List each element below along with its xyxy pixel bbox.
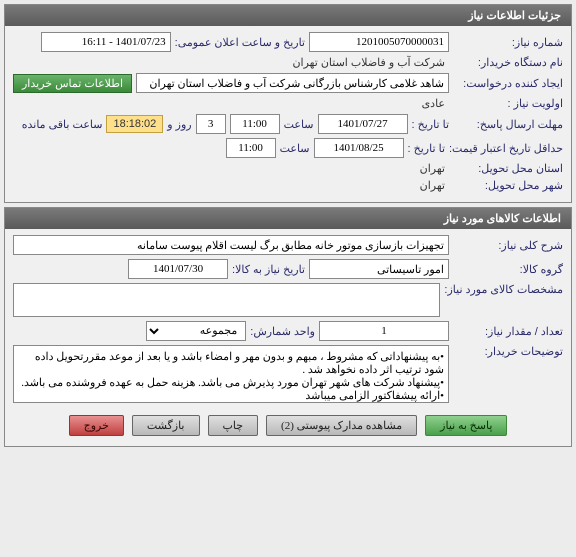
label-qty: تعداد / مقدار نیاز: — [453, 325, 563, 338]
label-days-and: روز و — [167, 118, 191, 131]
label-buyer-notes: توضیحات خریدار: — [453, 345, 563, 358]
label-to-date-2: تا تاریخ : — [408, 142, 445, 155]
contact-buyer-button[interactable]: اطلاعات تماس خریدار — [13, 74, 132, 93]
input-validity-hour[interactable] — [226, 138, 276, 158]
textarea-buyer-notes[interactable] — [13, 345, 449, 403]
value-delivery-province: تهران — [416, 162, 449, 175]
label-need-desc: شرح کلی نیاز: — [453, 239, 563, 252]
goods-header: اطلاعات کالاهای مورد نیاز — [5, 208, 571, 229]
input-validity-date[interactable] — [314, 138, 404, 158]
label-priority: اولویت نیاز : — [453, 97, 563, 110]
label-hour-1: ساعت — [284, 118, 314, 131]
label-buyer-org: نام دستگاه خریدار: — [453, 56, 563, 69]
goods-panel: اطلاعات کالاهای مورد نیاز شرح کلی نیاز: … — [4, 207, 572, 447]
label-need-date: تاریخ نیاز به کالا: — [232, 263, 305, 276]
label-unit-count: واحد شمارش: — [250, 325, 315, 338]
input-deadline-date[interactable] — [318, 114, 408, 134]
label-creator: ایجاد کننده درخواست: — [453, 77, 563, 90]
input-req-no[interactable] — [309, 32, 449, 52]
reply-button[interactable]: پاسخ به نیاز — [425, 415, 507, 436]
label-req-no: شماره نیاز: — [453, 36, 563, 49]
value-delivery-city: تهران — [416, 179, 449, 192]
input-announce-time[interactable] — [41, 32, 171, 52]
countdown-clock: 18:18:02 — [106, 115, 163, 133]
label-announce-time: تاریخ و ساعت اعلان عمومی: — [175, 36, 305, 49]
label-goods-spec: مشخصات کالای مورد نیاز: — [444, 283, 563, 296]
input-goods-group[interactable] — [309, 259, 449, 279]
print-button[interactable]: چاپ — [208, 415, 259, 436]
back-button[interactable]: بازگشت — [132, 415, 200, 436]
goods-title: اطلاعات کالاهای مورد نیاز — [444, 213, 561, 225]
need-info-title: جزئیات اطلاعات نیاز — [468, 10, 561, 22]
label-remaining: ساعت باقی مانده — [22, 118, 103, 131]
goods-body: شرح کلی نیاز: گروه کالا: تاریخ نیاز به ک… — [5, 229, 571, 446]
input-qty[interactable] — [319, 321, 449, 341]
label-deadline: مهلت ارسال پاسخ: — [453, 118, 563, 131]
label-goods-group: گروه کالا: — [453, 263, 563, 276]
need-info-header: جزئیات اطلاعات نیاز — [5, 5, 571, 26]
input-need-date[interactable] — [128, 259, 228, 279]
attachments-button[interactable]: مشاهده مدارک پیوستی (2) — [266, 415, 417, 436]
input-deadline-hour[interactable] — [230, 114, 280, 134]
textarea-goods-spec[interactable] — [13, 283, 440, 317]
label-delivery-city: شهر محل تحویل: — [453, 179, 563, 192]
label-to-date-1: تا تاریخ : — [412, 118, 449, 131]
exit-button[interactable]: خروج — [69, 415, 124, 436]
label-validity: حداقل تاریخ اعتبار قیمت: — [449, 142, 563, 155]
input-creator[interactable] — [136, 73, 449, 93]
select-unit-count[interactable]: مجموعه — [146, 321, 246, 341]
value-buyer-org: شرکت آب و فاضلاب استان تهران — [288, 56, 449, 69]
label-hour-2: ساعت — [280, 142, 310, 155]
input-need-desc[interactable] — [13, 235, 449, 255]
value-priority: عادی — [418, 97, 449, 110]
need-info-panel: جزئیات اطلاعات نیاز شماره نیاز: تاریخ و … — [4, 4, 572, 203]
button-bar: پاسخ به نیاز مشاهده مدارک پیوستی (2) چاپ… — [13, 407, 563, 440]
input-remain-days[interactable] — [196, 114, 226, 134]
label-delivery-province: استان محل تحویل: — [453, 162, 563, 175]
need-info-body: شماره نیاز: تاریخ و ساعت اعلان عمومی: نا… — [5, 26, 571, 202]
